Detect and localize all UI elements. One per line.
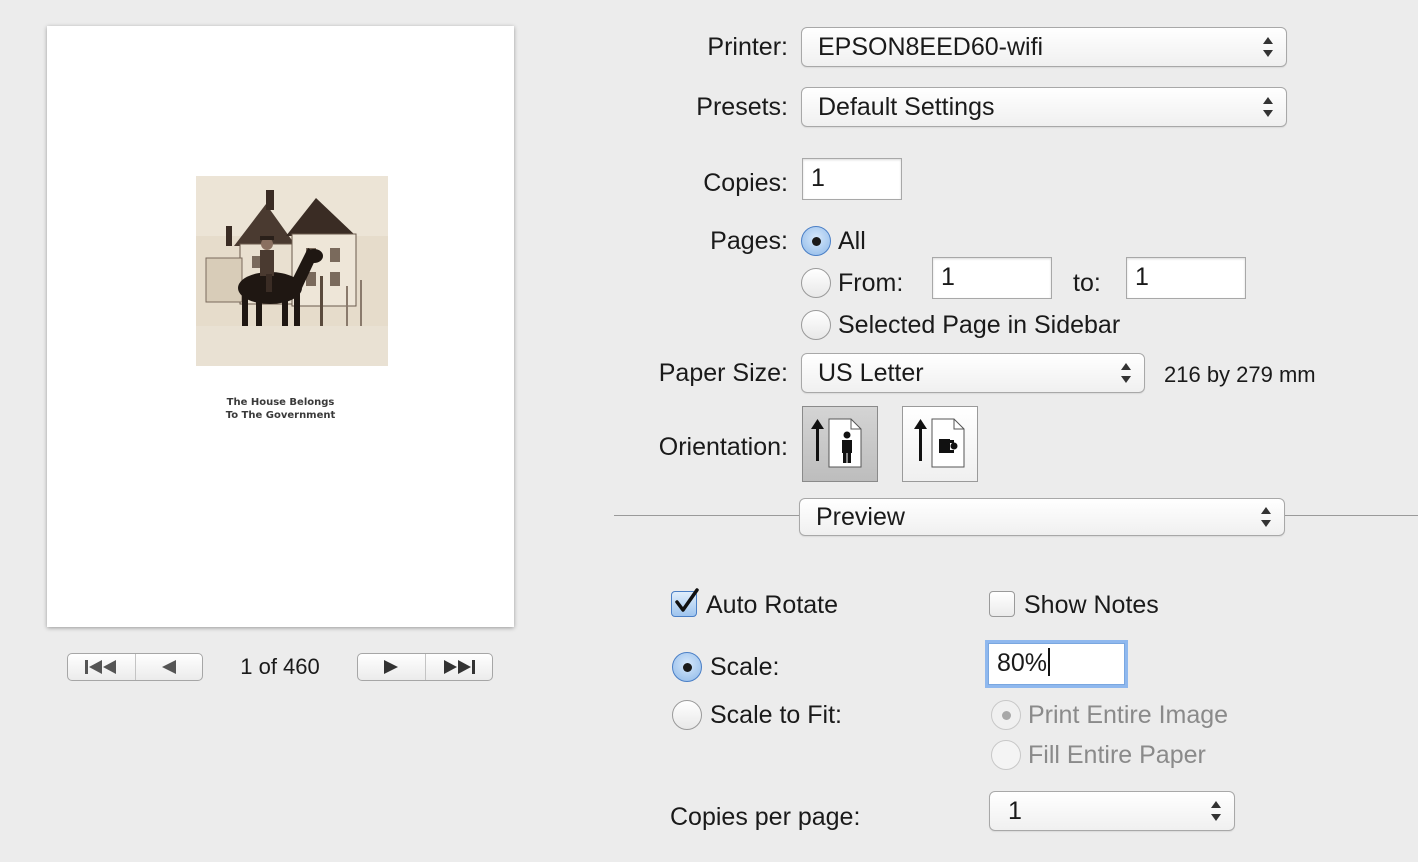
portrait-icon (811, 418, 862, 468)
pages-label: Pages: (710, 227, 788, 255)
copies-per-page-value: 1 (1008, 797, 1022, 825)
last-page-button[interactable] (424, 654, 493, 680)
print-entire-image-radio[interactable] (991, 700, 1021, 730)
pager-back-group (67, 653, 203, 681)
pages-from-field[interactable]: 1 (932, 257, 1052, 299)
scale-field[interactable]: 80% (988, 643, 1125, 685)
copies-field[interactable]: 1 (802, 158, 902, 200)
printer-label: Printer: (707, 33, 788, 61)
copies-per-page-label: Copies per page: (670, 803, 861, 831)
pages-to-field[interactable]: 1 (1126, 257, 1246, 299)
section-popup[interactable]: Preview (799, 498, 1285, 536)
first-page-button[interactable] (68, 654, 135, 680)
presets-value: Default Settings (818, 93, 995, 121)
scale-value: 80% (997, 649, 1048, 677)
checkmark-icon (675, 588, 699, 612)
orientation-label: Orientation: (658, 433, 788, 461)
preview-caption-line1: The House Belongs (226, 397, 335, 408)
separator-right (1285, 515, 1418, 516)
previous-page-icon (161, 660, 176, 674)
show-notes-checkbox[interactable] (989, 591, 1015, 617)
portrait-orientation-button[interactable] (802, 406, 878, 482)
pages-from-label: From: (838, 269, 904, 297)
scale-to-fit-radio[interactable] (672, 700, 702, 730)
pages-from-radio[interactable] (801, 268, 831, 298)
next-page-button[interactable] (358, 654, 425, 680)
copies-label: Copies: (703, 169, 788, 197)
popup-arrows-icon (1263, 97, 1273, 117)
popup-arrows-icon (1263, 37, 1273, 57)
printer-value: EPSON8EED60-wifi (818, 33, 1044, 61)
pages-selected-radio[interactable] (801, 310, 831, 340)
pages-all-label: All (838, 227, 866, 255)
pager-forward-group (357, 653, 493, 681)
pages-all-radio[interactable] (801, 226, 831, 256)
text-caret (1048, 648, 1051, 677)
printer-popup[interactable]: EPSON8EED60-wifi (801, 27, 1287, 67)
copies-per-page-popup[interactable]: 1 (989, 791, 1235, 831)
paper-size-popup[interactable]: US Letter (801, 353, 1145, 393)
popup-arrows-icon (1261, 507, 1271, 527)
paper-size-value: US Letter (818, 359, 924, 387)
scale-radio[interactable] (672, 652, 702, 682)
page-indicator: 1 of 460 (240, 654, 320, 679)
previous-page-button[interactable] (134, 654, 203, 680)
section-value: Preview (816, 503, 905, 531)
auto-rotate-checkbox[interactable] (671, 588, 699, 617)
print-entire-image-label: Print Entire Image (1028, 701, 1229, 729)
presets-label: Presets: (696, 93, 788, 121)
fill-entire-paper-radio[interactable] (991, 740, 1021, 770)
scale-to-fit-label: Scale to Fit: (710, 701, 842, 729)
separator-left (614, 515, 799, 516)
fill-entire-paper-label: Fill Entire Paper (1028, 741, 1206, 769)
pages-selected-label: Selected Page in Sidebar (838, 311, 1121, 339)
auto-rotate-label: Auto Rotate (706, 591, 839, 619)
preview-caption-line2: To The Government (225, 410, 336, 421)
landscape-icon (914, 418, 965, 468)
scale-label: Scale: (710, 653, 780, 681)
pages-to-label: to: (1073, 269, 1101, 297)
paper-size-dimensions: 216 by 279 mm (1164, 362, 1316, 387)
paper-size-label: Paper Size: (658, 359, 788, 387)
last-page-icon (443, 660, 475, 674)
next-page-icon (384, 660, 399, 674)
first-page-icon (85, 660, 117, 674)
page-preview: The House Belongs To The Government (47, 26, 514, 627)
popup-arrows-icon (1211, 801, 1221, 821)
preview-photo (196, 176, 388, 366)
popup-arrows-icon (1121, 363, 1131, 383)
presets-popup[interactable]: Default Settings (801, 87, 1287, 127)
show-notes-label: Show Notes (1024, 591, 1159, 619)
landscape-orientation-button[interactable] (902, 406, 978, 482)
